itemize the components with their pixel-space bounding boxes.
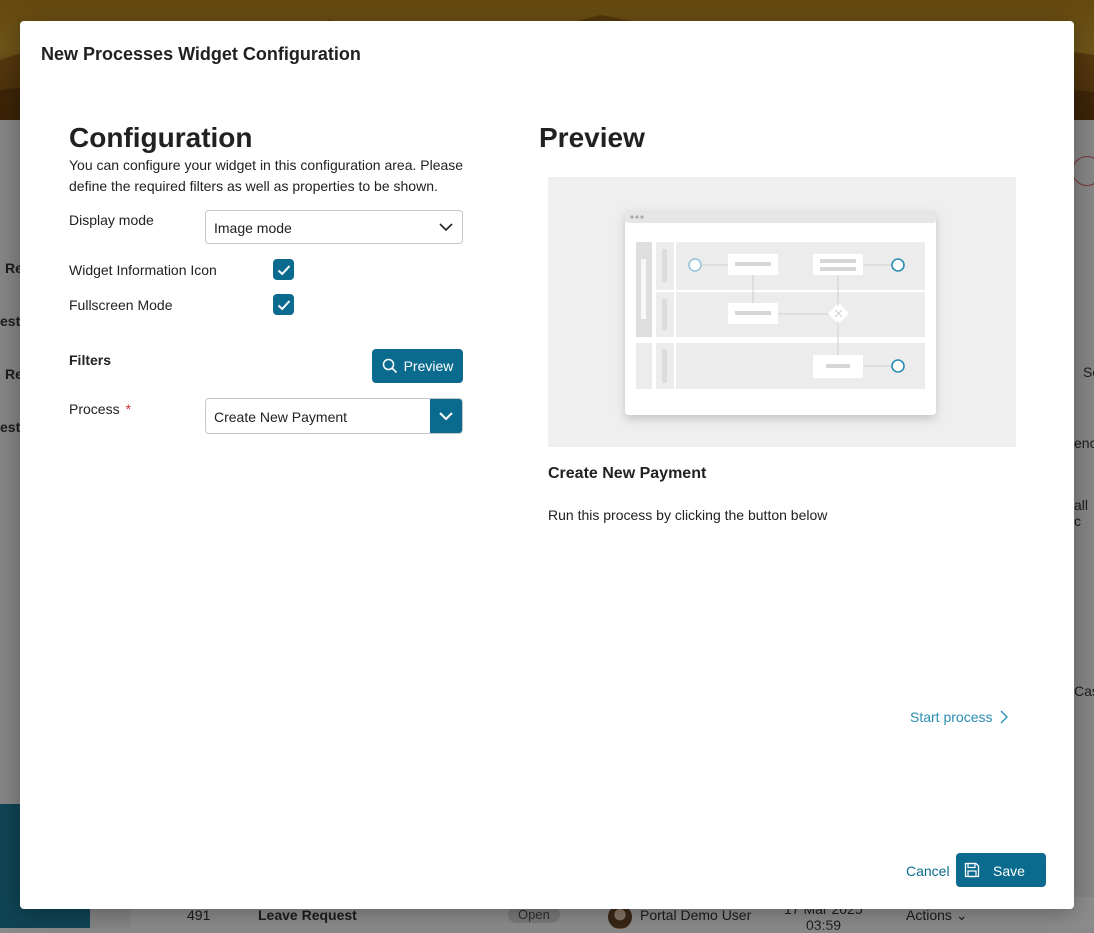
- chevron-down-icon: [438, 220, 454, 239]
- filters-heading: Filters: [69, 352, 112, 368]
- fullscreen-mode-label: Fullscreen Mode: [69, 297, 173, 313]
- widget-configuration-dialog: New Processes Widget Configuration Confi…: [20, 21, 1074, 909]
- save-icon: [964, 862, 980, 878]
- start-process-link[interactable]: Start process: [910, 709, 1009, 725]
- process-label: Process *: [69, 401, 131, 417]
- display-mode-value: Image mode: [214, 220, 292, 236]
- preview-run-text: Run this process by clicking the button …: [548, 507, 828, 523]
- cancel-button[interactable]: Cancel: [906, 863, 950, 879]
- search-icon: [382, 358, 397, 374]
- process-dropdown-button[interactable]: [430, 399, 462, 433]
- dialog-title: New Processes Widget Configuration: [41, 44, 361, 64]
- save-button-label: Save: [993, 863, 1025, 879]
- process-dropdown[interactable]: Create New Payment: [205, 398, 463, 434]
- checkmark-icon: [277, 264, 290, 275]
- process-value: Create New Payment: [214, 409, 348, 425]
- required-mark: *: [125, 401, 132, 417]
- save-button[interactable]: Save: [956, 853, 1046, 887]
- start-process-label: Start process: [910, 709, 993, 725]
- process-illustration: [548, 177, 1016, 447]
- preview-heading: Preview: [539, 122, 645, 153]
- configuration-heading: Configuration: [69, 122, 253, 153]
- display-mode-label: Display mode: [69, 212, 154, 228]
- chevron-right-icon: [1001, 710, 1009, 724]
- preview-button[interactable]: Preview: [372, 349, 463, 383]
- widget-info-icon-label: Widget Information Icon: [69, 262, 217, 278]
- fullscreen-mode-checkbox[interactable]: [273, 294, 294, 315]
- process-label-text: Process: [69, 401, 120, 417]
- preview-process-name: Create New Payment: [548, 465, 707, 482]
- configuration-description: You can configure your widget in this co…: [69, 157, 464, 194]
- chevron-down-icon: [439, 412, 453, 421]
- widget-info-icon-checkbox[interactable]: [273, 259, 294, 280]
- display-mode-select[interactable]: Image mode: [205, 210, 463, 244]
- preview-button-label: Preview: [403, 358, 454, 374]
- checkmark-icon: [277, 299, 290, 310]
